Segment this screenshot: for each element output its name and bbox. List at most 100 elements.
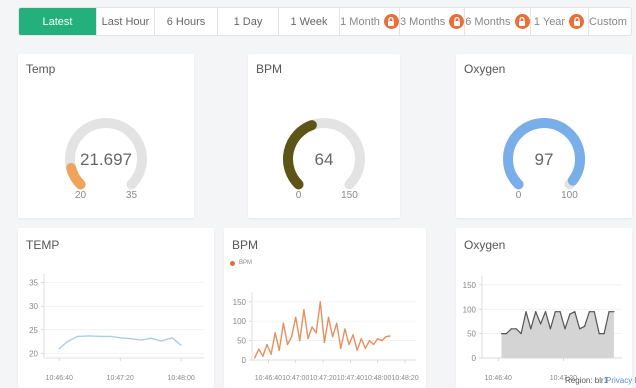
data-point [579, 328, 581, 330]
data-point [66, 341, 68, 343]
range-button-6-months[interactable]: 6 Months [465, 8, 531, 35]
data-point [385, 336, 387, 338]
x-tick-label: 10:48:00 [168, 375, 195, 382]
data-point [520, 333, 522, 335]
data-point [613, 311, 615, 313]
range-button-label: 1 Month [340, 15, 380, 28]
range-button-latest[interactable]: Latest [19, 8, 97, 35]
data-point [593, 311, 595, 313]
y-tick-label: 100 [463, 305, 477, 314]
range-button-label: 1 Year [533, 15, 566, 28]
gauge-min: 0 [296, 190, 302, 201]
data-point [130, 338, 132, 340]
gauge-min: 0 [516, 190, 522, 201]
data-point [584, 325, 586, 327]
lock-icon [630, 14, 631, 29]
y-tick-label: 30 [29, 302, 38, 311]
x-tick-label: 10:47:20 [107, 375, 134, 382]
data-point [603, 333, 605, 335]
y-tick-label: 25 [29, 326, 38, 335]
x-tick-label: 10:46:40 [46, 375, 73, 382]
range-button-label: 1 Day [233, 15, 263, 28]
data-point [258, 348, 260, 350]
range-button-1-year[interactable]: 1 Year [531, 8, 589, 35]
range-button-label: 6 Months [465, 15, 511, 28]
range-button-1-day[interactable]: 1 Day [218, 8, 279, 35]
data-point [254, 357, 256, 359]
bpm-gauge: 64 0 150 [283, 118, 365, 201]
range-button-1-week[interactable]: 1 Week [279, 8, 340, 35]
data-point [574, 311, 576, 313]
data-point [381, 340, 383, 342]
y-tick-label: 20 [29, 349, 38, 358]
data-point [119, 337, 121, 339]
data-point [598, 333, 600, 335]
oxygen-gauge-card: Oxygen 97 0 100 [456, 54, 632, 218]
data-point [150, 337, 152, 339]
range-button-label: Last Hour [101, 15, 150, 28]
range-button-3-months[interactable]: 3 Months [400, 8, 466, 35]
data-point [544, 311, 547, 313]
data-point [323, 341, 325, 344]
range-button-custom[interactable]: Custom [589, 8, 631, 35]
data-point [262, 355, 264, 357]
data-point [373, 343, 375, 346]
bpm-chart: 0 50 100 150 10:46:40 10:47:00 10:47:20 10:47:4… [233, 292, 419, 382]
data-point [303, 309, 305, 311]
data-point [569, 313, 571, 315]
data-point [348, 343, 350, 346]
range-button-1-month[interactable]: 1 Month [340, 8, 400, 35]
dashboard: Latest Last Hour 6 Hours 1 Day 1 Week 1 Month… [0, 0, 636, 388]
data-point [315, 332, 317, 334]
gauge-max: 100 [561, 190, 578, 201]
data-point [274, 332, 276, 334]
data-point [505, 333, 507, 335]
range-button-last-hour[interactable]: Last Hour [97, 8, 155, 35]
lock-icon [514, 14, 530, 29]
range-button-label: 1 Week [290, 15, 328, 28]
temp-chart: 20 25 30 35 10:46:40 10:47:20 10:48:00 [29, 274, 204, 382]
range-button-6-hours[interactable]: 6 Hours [155, 8, 218, 35]
x-tick-label: 10:47:00 [282, 375, 309, 382]
data-point [559, 311, 561, 313]
data-point [364, 347, 366, 349]
data-point [180, 344, 182, 346]
data-point [530, 328, 532, 330]
data-point [299, 340, 301, 342]
data-point [140, 339, 143, 341]
region-label: Region: blr1 [565, 376, 609, 385]
data-point [554, 311, 556, 313]
data-point [500, 333, 503, 335]
lock-icon [569, 14, 585, 29]
gauge-min: 20 [75, 190, 87, 201]
data-point [282, 322, 284, 324]
y-tick-label: 100 [233, 317, 247, 326]
lock-icon [383, 14, 399, 29]
data-point [510, 328, 512, 330]
gauge-max: 150 [341, 190, 358, 201]
data-point [319, 301, 321, 303]
data-point [110, 335, 112, 337]
data-point [588, 311, 590, 313]
gauge-value: 97 [535, 150, 554, 169]
gauge-fill [66, 163, 86, 190]
data-point [270, 353, 272, 355]
range-button-label: Latest [42, 15, 73, 28]
data-point [336, 322, 338, 324]
x-tick-label: 10:48:20 [391, 375, 418, 382]
series-area [501, 311, 614, 358]
oxygen-gauge: 97 0 100 [503, 118, 585, 201]
bpm-gauge-card: BPM 64 0 150 [248, 54, 400, 218]
x-tick-label: 10:48:00 [364, 375, 391, 382]
data-point [58, 348, 60, 350]
range-button-label: Custom [589, 15, 627, 28]
data-point [295, 316, 297, 318]
data-point [160, 340, 162, 342]
data-point [332, 336, 334, 338]
data-point [344, 328, 346, 330]
privacy-link[interactable]: Privacy Po [606, 376, 636, 385]
oxygen-chart-card: Oxygen 0 50 100 150 10:46:40 10:47:20 [456, 228, 632, 388]
temp-gauge: 21.697 20 35 [65, 118, 147, 201]
bpm-chart-card: BPM BPM 0 50 100 150 10:46:40 10:47:00 10:47:2… [224, 228, 426, 388]
range-button-label: 3 Months [400, 15, 446, 28]
